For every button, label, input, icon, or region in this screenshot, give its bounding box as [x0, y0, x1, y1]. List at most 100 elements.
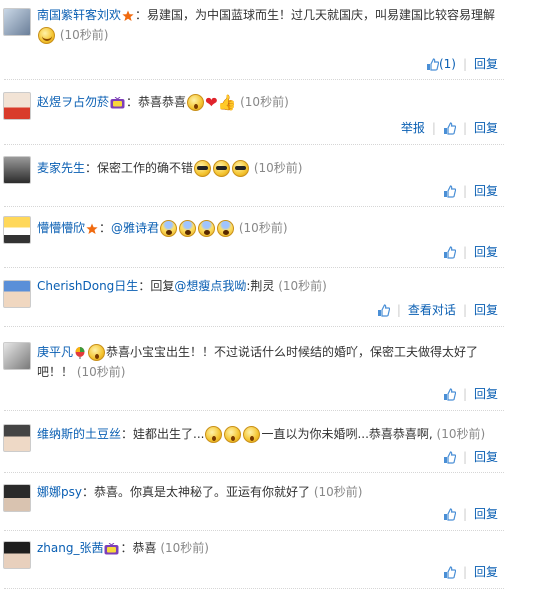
divider: | — [462, 507, 467, 521]
fear-emoticon-icon — [179, 220, 197, 237]
divider: | — [431, 121, 436, 135]
fear-emoticon-icon — [217, 220, 235, 237]
view-conversation-link[interactable]: 查看对话 — [408, 303, 456, 317]
thumbs-up-icon — [426, 58, 439, 71]
comment-text-after: :荆灵 — [246, 279, 275, 293]
reply-link[interactable]: 回复 — [474, 245, 498, 259]
timestamp: (10秒前) — [235, 221, 288, 235]
divider: | — [462, 303, 467, 317]
like-button[interactable] — [443, 184, 456, 198]
separator — [4, 472, 504, 473]
reply-link[interactable]: 回复 — [474, 57, 498, 71]
thumbs-up-icon — [443, 388, 456, 401]
timestamp: (10秒前) — [56, 28, 109, 42]
comment-actions: | 回复 — [443, 242, 498, 262]
comment-actions: (1) | 回复 — [426, 54, 498, 74]
surprise-emoticon-icon — [187, 94, 205, 111]
like-button[interactable] — [443, 450, 456, 464]
timestamp: (10秒前) — [432, 427, 486, 441]
comment-body: 南国紫轩客刘欢 ：易建国，为中国蓝球而生！过几天就国庆，叫易建国比较容易理解 (1… — [37, 5, 507, 45]
like-button[interactable] — [443, 245, 456, 259]
avatar[interactable] — [3, 280, 31, 308]
comment-actions: | 回复 — [443, 562, 498, 582]
like-button[interactable] — [443, 387, 456, 401]
username-link[interactable]: CherishDong日生 — [37, 279, 138, 293]
username-link[interactable]: 维纳斯的土豆丝 — [37, 427, 121, 441]
divider: | — [462, 387, 467, 401]
surprise-emoticon-icon — [243, 426, 261, 443]
username-link[interactable]: 娜娜psy — [37, 485, 82, 499]
separator — [4, 410, 504, 411]
reply-link[interactable]: 回复 — [474, 450, 498, 464]
comment-actions: | 回复 — [443, 504, 498, 524]
avatar[interactable] — [3, 216, 31, 244]
reply-link[interactable]: 回复 — [474, 303, 498, 317]
mention-link[interactable]: @雅诗君 — [111, 221, 159, 235]
comment-body: zhang_张茜 ：恭喜 (10秒前) — [37, 538, 507, 558]
surprise-emoticon-icon — [88, 344, 106, 361]
username-link[interactable]: 庚平凡 — [37, 345, 73, 359]
surprise-emoticon-icon — [224, 426, 242, 443]
separator — [4, 79, 504, 80]
timestamp: (10秒前) — [274, 279, 327, 293]
username-link[interactable]: zhang_张茜 — [37, 541, 103, 555]
comment-list: 南国紫轩客刘欢 ：易建国，为中国蓝球而生！过几天就国庆，叫易建国比较容易理解 (1… — [0, 0, 549, 600]
divider: | — [462, 121, 467, 135]
timestamp: (10秒前) — [156, 541, 209, 555]
blush-emoticon-icon — [38, 27, 55, 44]
reply-link[interactable]: 回复 — [474, 565, 498, 579]
avatar[interactable] — [3, 484, 31, 512]
sunglasses-emoticon-icon — [194, 160, 212, 177]
like-button[interactable] — [443, 121, 456, 135]
sunglasses-emoticon-icon — [213, 160, 231, 177]
comment-actions: | 回复 — [443, 181, 498, 201]
comment-text: ：保密工作的确不错 — [85, 161, 194, 175]
avatar[interactable] — [3, 541, 31, 569]
reply-link[interactable]: 回复 — [474, 121, 498, 135]
reply-link[interactable]: 回复 — [474, 507, 498, 521]
heart-icon: ❤ — [205, 93, 218, 112]
divider: | — [462, 184, 467, 198]
vip-star-icon — [86, 223, 98, 234]
reply-link[interactable]: 回复 — [474, 387, 498, 401]
like-button[interactable] — [377, 303, 390, 317]
comment-body: 庚平凡 恭喜小宝宝出生！！不过说话什么时候结的婚吖，保密工夫做得太好了吧！！ (1… — [37, 342, 507, 382]
fear-emoticon-icon — [160, 220, 178, 237]
reply-link[interactable]: 回复 — [474, 184, 498, 198]
divider: | — [462, 57, 467, 71]
username-link[interactable]: 麦家先生 — [37, 161, 85, 175]
thumbs-up-icon — [443, 185, 456, 198]
timestamp: (10秒前) — [310, 485, 363, 499]
thumbs-up-icon — [443, 122, 456, 135]
username-link[interactable]: 懵懵懵欣 — [37, 221, 85, 235]
separator — [4, 144, 504, 145]
like-button[interactable] — [443, 507, 456, 521]
avatar[interactable] — [3, 156, 31, 184]
timestamp: (10秒前) — [73, 365, 126, 379]
vip-balloon-icon — [75, 346, 85, 359]
avatar[interactable] — [3, 92, 31, 120]
mention-link[interactable]: @想瘦点我呦 — [174, 279, 246, 293]
like-button[interactable] — [443, 565, 456, 579]
comment-body: 娜娜psy：恭喜。你真是太神秘了。亚运有你就好了 (10秒前) — [37, 482, 507, 502]
comment-text: ：回复 — [138, 279, 175, 293]
comment-actions: | 回复 — [443, 384, 498, 404]
username-link[interactable]: 赵煜ヲ占勿菸 — [37, 95, 109, 109]
separator — [4, 267, 504, 268]
thumbs-up-icon: 👍 — [217, 93, 237, 112]
comment-body: 麦家先生：保密工作的确不错 (10秒前) — [37, 158, 507, 178]
like-button[interactable]: (1) — [426, 57, 456, 71]
report-link[interactable]: 举报 — [401, 121, 425, 135]
avatar[interactable] — [3, 8, 31, 36]
vip-tv-icon — [104, 542, 119, 554]
avatar[interactable] — [3, 424, 31, 452]
vip-star-icon — [122, 10, 134, 21]
comment-body: 懵懵懵欣 ：@雅诗君 (10秒前) — [37, 218, 507, 238]
timestamp: (10秒前) — [236, 95, 289, 109]
avatar[interactable] — [3, 342, 31, 370]
comment-text: ： — [99, 221, 112, 235]
like-count: (1) — [438, 57, 456, 71]
comment-actions: | 回复 — [443, 447, 498, 467]
username-link[interactable]: 南国紫轩客刘欢 — [37, 8, 121, 22]
timestamp: (10秒前) — [250, 161, 303, 175]
